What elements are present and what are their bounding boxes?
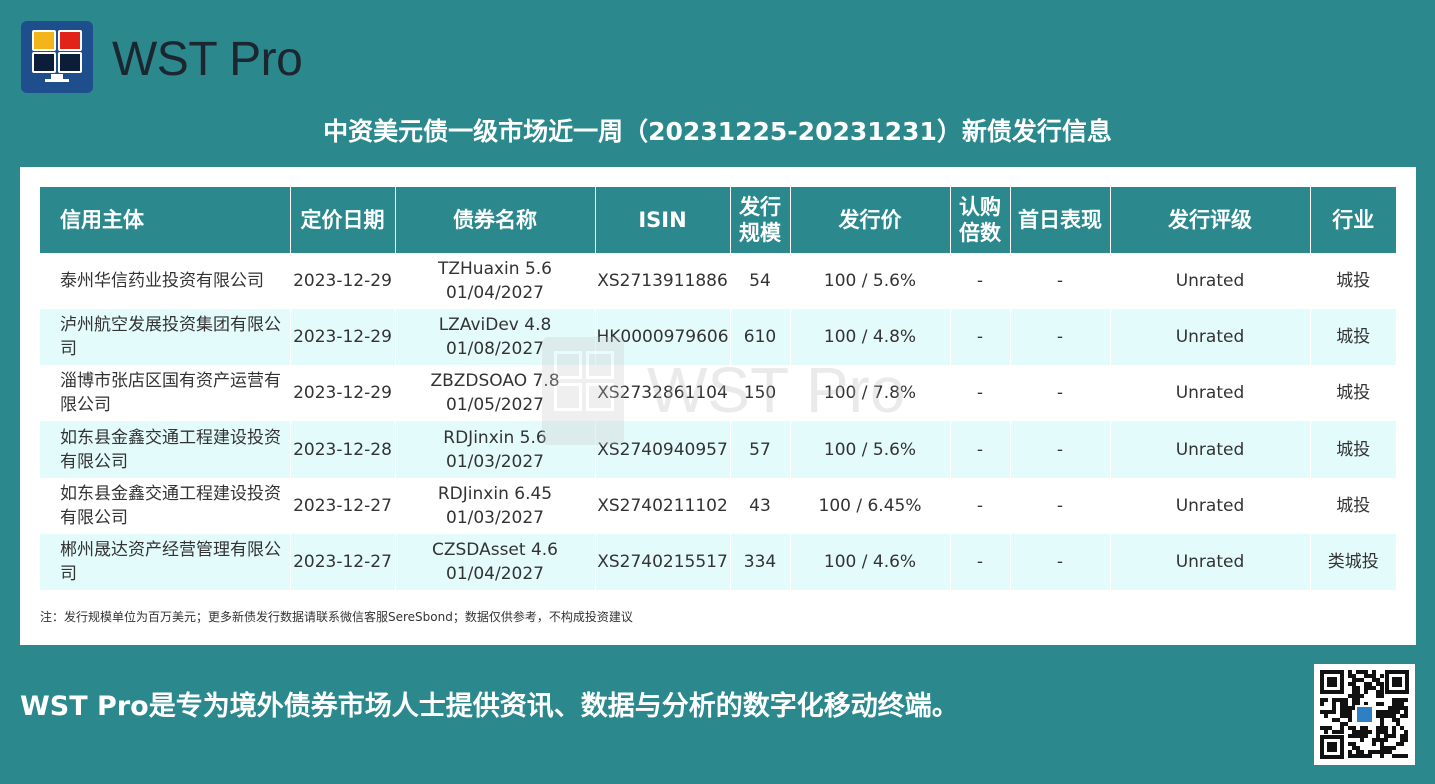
- cell-issuer: 泸州航空发展投资集团有限公司: [40, 309, 291, 366]
- cell-industry: 城投: [1310, 421, 1396, 478]
- logo-base: [45, 79, 69, 82]
- table-row: 泰州华信药业投资有限公司 2023-12-29 TZHuaxin 5.6 01/…: [40, 253, 1396, 310]
- cell-issue-price: 100 / 6.45%: [790, 477, 951, 534]
- brand-name: WST Pro: [112, 33, 303, 86]
- column-header-isin: ISIN: [595, 187, 731, 253]
- table-row: 淄博市张店区国有资产运营有限公司 2023-12-29 ZBZDSOAO 7.8…: [40, 365, 1396, 422]
- cell-issuer: 如东县金鑫交通工程建设投资有限公司: [40, 421, 291, 478]
- logo-square-red: [58, 30, 82, 51]
- column-header-pricing-date: 定价日期: [290, 187, 396, 253]
- cell-subscription: -: [950, 421, 1011, 478]
- table-row: 泸州航空发展投资集团有限公司 2023-12-29 LZAviDev 4.8 0…: [40, 309, 1396, 366]
- footnote: 注：发行规模单位为百万美元；更多新债发行数据请联系微信客服SereSbond；数…: [40, 610, 633, 624]
- cell-isin: HK0000979606: [595, 309, 731, 366]
- cell-subscription: -: [950, 477, 1011, 534]
- cell-issue-size: 57: [730, 421, 791, 478]
- cell-issuer: 淄博市张店区国有资产运营有限公司: [40, 365, 291, 422]
- cell-issue-size: 610: [730, 309, 791, 366]
- cell-issue-size: 43: [730, 477, 791, 534]
- cell-rating: Unrated: [1110, 533, 1311, 590]
- cell-first-day: -: [1010, 477, 1111, 534]
- monitor-logo-icon: [21, 21, 93, 93]
- cell-isin: XS2740940957: [595, 421, 731, 478]
- column-header-rating: 发行评级: [1110, 187, 1311, 253]
- cell-subscription: -: [950, 533, 1011, 590]
- cell-bond-name: LZAviDev 4.8 01/08/2027: [395, 309, 596, 366]
- column-header-issuer: 信用主体: [40, 187, 291, 253]
- cell-rating: Unrated: [1110, 309, 1311, 366]
- cell-bond-name: RDJinxin 6.45 01/03/2027: [395, 477, 596, 534]
- cell-pricing-date: 2023-12-29: [290, 365, 396, 422]
- cell-industry: 城投: [1310, 253, 1396, 310]
- qr-code-icon[interactable]: [1314, 664, 1415, 765]
- cell-issue-price: 100 / 4.8%: [790, 309, 951, 366]
- page-title: 中资美元债一级市场近一周（20231225-20231231）新债发行信息: [323, 117, 1112, 146]
- cell-issuer: 泰州华信药业投资有限公司: [40, 253, 291, 310]
- cell-isin: XS2740211102: [595, 477, 731, 534]
- logo-square-navy-left: [32, 52, 56, 73]
- cell-subscription: -: [950, 253, 1011, 310]
- column-header-issue-size: 发行规模: [730, 187, 791, 253]
- cell-issue-price: 100 / 4.6%: [790, 533, 951, 590]
- cell-bond-name: RDJinxin 5.6 01/03/2027: [395, 421, 596, 478]
- cell-industry: 城投: [1310, 309, 1396, 366]
- table-row: 如东县金鑫交通工程建设投资有限公司 2023-12-27 RDJinxin 6.…: [40, 477, 1396, 534]
- cell-industry: 类城投: [1310, 533, 1396, 590]
- column-header-industry: 行业: [1310, 187, 1396, 253]
- cell-isin: XS2740215517: [595, 533, 731, 590]
- cell-pricing-date: 2023-12-28: [290, 421, 396, 478]
- column-header-first-day: 首日表现: [1010, 187, 1111, 253]
- cell-isin: XS2713911886: [595, 253, 731, 310]
- cell-issue-price: 100 / 5.6%: [790, 253, 951, 310]
- cell-first-day: -: [1010, 253, 1111, 310]
- cell-issue-price: 100 / 5.6%: [790, 421, 951, 478]
- logo-square-navy-right: [58, 52, 82, 73]
- tagline: WST Pro是专为境外债券市场人士提供资讯、数据与分析的数字化移动终端。: [20, 691, 959, 722]
- cell-first-day: -: [1010, 309, 1111, 366]
- cell-issuer: 郴州晟达资产经营管理有限公司: [40, 533, 291, 590]
- cell-rating: Unrated: [1110, 253, 1311, 310]
- cell-pricing-date: 2023-12-27: [290, 533, 396, 590]
- cell-bond-name: CZSDAsset 4.6 01/04/2027: [395, 533, 596, 590]
- column-header-bond-name: 债券名称: [395, 187, 596, 253]
- cell-issue-price: 100 / 7.8%: [790, 365, 951, 422]
- cell-first-day: -: [1010, 421, 1111, 478]
- cell-issue-size: 150: [730, 365, 791, 422]
- table-header-row: 信用主体 定价日期 债券名称 ISIN 发行规模 发行价 认购倍数 首日表现 发…: [40, 187, 1396, 253]
- cell-isin: XS2732861104: [595, 365, 731, 422]
- table-row: 郴州晟达资产经营管理有限公司 2023-12-27 CZSDAsset 4.6 …: [40, 533, 1396, 590]
- cell-subscription: -: [950, 309, 1011, 366]
- cell-rating: Unrated: [1110, 421, 1311, 478]
- cell-bond-name: ZBZDSOAO 7.8 01/05/2027: [395, 365, 596, 422]
- cell-issue-size: 334: [730, 533, 791, 590]
- cell-first-day: -: [1010, 533, 1111, 590]
- cell-industry: 城投: [1310, 365, 1396, 422]
- column-header-issue-price: 发行价: [790, 187, 951, 253]
- logo-square-yellow: [32, 30, 56, 51]
- cell-pricing-date: 2023-12-27: [290, 477, 396, 534]
- table-panel: 信用主体 定价日期 债券名称 ISIN 发行规模 发行价 认购倍数 首日表现 发…: [20, 167, 1416, 645]
- column-header-subscription: 认购倍数: [950, 187, 1011, 253]
- cell-subscription: -: [950, 365, 1011, 422]
- cell-pricing-date: 2023-12-29: [290, 253, 396, 310]
- cell-first-day: -: [1010, 365, 1111, 422]
- cell-rating: Unrated: [1110, 477, 1311, 534]
- cell-issue-size: 54: [730, 253, 791, 310]
- cell-pricing-date: 2023-12-29: [290, 309, 396, 366]
- cell-bond-name: TZHuaxin 5.6 01/04/2027: [395, 253, 596, 310]
- cell-industry: 城投: [1310, 477, 1396, 534]
- cell-issuer: 如东县金鑫交通工程建设投资有限公司: [40, 477, 291, 534]
- table-row: 如东县金鑫交通工程建设投资有限公司 2023-12-28 RDJinxin 5.…: [40, 421, 1396, 478]
- bond-issuance-table: 信用主体 定价日期 债券名称 ISIN 发行规模 发行价 认购倍数 首日表现 发…: [40, 187, 1396, 590]
- cell-rating: Unrated: [1110, 365, 1311, 422]
